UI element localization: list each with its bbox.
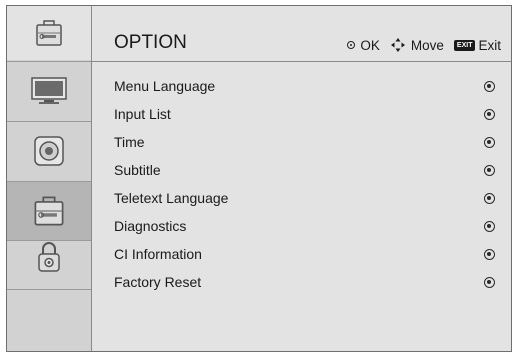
move-arrows-icon [390, 38, 405, 52]
select-indicator-icon [484, 108, 495, 120]
menu-item-diagnostics[interactable]: Diagnostics [114, 214, 495, 238]
menu-item-input-list[interactable]: Input List [114, 102, 495, 126]
select-indicator-icon [484, 136, 495, 148]
menu-item-label: Subtitle [114, 162, 161, 178]
menu-item-factory-reset[interactable]: Factory Reset [114, 270, 495, 294]
header-toolbox-icon [7, 6, 91, 60]
menu-item-ci-information[interactable]: CI Information [114, 242, 495, 266]
sidebar-item-sound[interactable] [7, 122, 91, 180]
select-indicator-icon [484, 164, 495, 176]
menu-item-time[interactable]: Time [114, 130, 495, 154]
menu-item-label: CI Information [114, 246, 202, 262]
option-list: Menu Language Input List Time Subtitle T… [92, 62, 511, 351]
menu-item-label: Teletext Language [114, 190, 229, 206]
tv-icon [31, 77, 67, 104]
select-indicator-icon [484, 276, 495, 288]
exit-hint: Exit [478, 37, 501, 53]
select-indicator-icon [484, 248, 495, 260]
option-menu-screen: OPTION OK Move EXIT Exit Menu Language I… [6, 5, 512, 352]
speaker-icon [34, 136, 64, 166]
menu-item-teletext-language[interactable]: Teletext Language [114, 186, 495, 210]
page-title: OPTION [114, 32, 187, 53]
menu-item-menu-language[interactable]: Menu Language [114, 74, 495, 98]
menu-item-label: Time [114, 134, 145, 150]
menu-item-label: Factory Reset [114, 274, 202, 290]
sidebar [7, 6, 92, 351]
select-indicator-icon [484, 80, 495, 92]
lock-icon [38, 242, 60, 272]
menu-item-label: Diagnostics [114, 218, 187, 234]
ok-icon [347, 41, 356, 49]
sidebar-divider [7, 289, 91, 290]
menu-item-label: Input List [114, 106, 171, 122]
key-hints: OK Move EXIT Exit [347, 37, 501, 53]
select-indicator-icon [484, 220, 495, 232]
sidebar-item-lock[interactable] [7, 232, 91, 282]
toolbox-icon [34, 196, 64, 226]
move-hint: Move [410, 37, 444, 53]
menu-item-label: Menu Language [114, 78, 216, 94]
menu-header: OPTION OK Move EXIT Exit [92, 6, 511, 60]
select-indicator-icon [484, 192, 495, 204]
sidebar-item-picture[interactable] [7, 62, 91, 120]
exit-key-icon: EXIT [453, 39, 476, 51]
ok-hint: OK [360, 37, 380, 53]
menu-item-subtitle[interactable]: Subtitle [114, 158, 495, 182]
